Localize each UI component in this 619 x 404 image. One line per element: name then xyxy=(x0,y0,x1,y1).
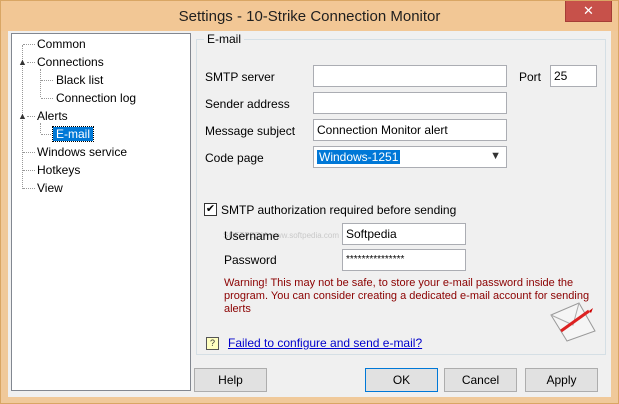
username-input[interactable]: Softpedia xyxy=(342,223,466,245)
tree-item-label: Black list xyxy=(56,73,104,87)
expander-icon[interactable]: ▲ xyxy=(18,112,27,121)
sender-address-input[interactable] xyxy=(313,92,507,114)
tree-line xyxy=(23,152,35,153)
smtp-server-input[interactable] xyxy=(313,65,507,87)
tree-item-connections[interactable]: Connections xyxy=(37,54,104,70)
password-warning: Warning! This may not be safe, to store … xyxy=(224,277,590,315)
password-label: Password xyxy=(224,253,277,267)
envelope-icon xyxy=(550,302,596,342)
help-button[interactable]: Help xyxy=(194,368,267,392)
tree-line xyxy=(23,170,35,171)
tree-line xyxy=(41,80,53,81)
tree-item-label: E-mail xyxy=(51,126,95,142)
tree-item-label: Windows service xyxy=(37,145,128,159)
tree-line xyxy=(40,123,41,133)
tree-line xyxy=(41,134,51,135)
client-area: Common ▲ Connections Black list Connecti… xyxy=(8,31,611,397)
tree-item-label: Alerts xyxy=(37,109,68,123)
apply-button[interactable]: Apply xyxy=(525,368,598,392)
settings-tree: Common ▲ Connections Black list Connecti… xyxy=(11,33,191,391)
tree-item-view[interactable]: View xyxy=(37,180,63,196)
tree-line xyxy=(23,44,35,45)
tree-item-label: Hotkeys xyxy=(37,163,81,177)
smtp-server-label: SMTP server xyxy=(205,70,275,84)
tree-item-alerts[interactable]: Alerts xyxy=(37,108,68,124)
port-label: Port xyxy=(519,70,542,84)
title-bar: Settings - 10-Strike Connection Monitor … xyxy=(1,1,618,31)
tree-line xyxy=(27,116,35,117)
sender-address-label: Sender address xyxy=(205,97,290,111)
cancel-button[interactable]: Cancel xyxy=(444,368,517,392)
tree-item-windows-service[interactable]: Windows service xyxy=(37,144,127,160)
tree-item-label: Connection log xyxy=(56,91,137,105)
tree-item-label: Common xyxy=(37,37,86,51)
tree-item-common[interactable]: Common xyxy=(37,36,86,52)
tree-line xyxy=(23,188,35,189)
tree-item-label: Connections xyxy=(37,55,104,69)
help-icon: ? xyxy=(206,337,219,350)
tree-item-email[interactable]: E-mail xyxy=(51,126,95,142)
ok-button[interactable]: OK xyxy=(365,368,438,392)
password-input[interactable]: *************** xyxy=(342,249,466,271)
port-input[interactable]: 25 xyxy=(550,65,597,87)
tree-line xyxy=(40,69,41,97)
code-page-value: Windows-1251 xyxy=(317,150,401,164)
code-page-label: Code page xyxy=(205,151,264,165)
smtp-auth-label[interactable]: SMTP authorization required before sendi… xyxy=(221,203,456,217)
username-label: Username xyxy=(224,229,280,243)
tree-line xyxy=(27,62,35,63)
email-group-title: E-mail xyxy=(204,32,245,46)
tree-item-black-list[interactable]: Black list xyxy=(56,72,103,88)
message-subject-input[interactable]: Connection Monitor alert xyxy=(313,119,507,141)
close-button[interactable]: ✕ xyxy=(565,1,612,22)
tree-item-hotkeys[interactable]: Hotkeys xyxy=(37,162,80,178)
tree-item-label: View xyxy=(37,181,63,195)
smtp-auth-checkbox[interactable]: ✔ xyxy=(204,203,217,216)
settings-window: Settings - 10-Strike Connection Monitor … xyxy=(0,0,619,404)
tree-line xyxy=(41,98,53,99)
message-subject-label: Message subject xyxy=(205,124,296,138)
expander-icon[interactable]: ▲ xyxy=(18,58,27,67)
tree-item-connection-log[interactable]: Connection log xyxy=(56,90,136,106)
code-page-select[interactable]: Windows-1251 ▼ xyxy=(313,146,507,168)
help-link[interactable]: Failed to configure and send e-mail? xyxy=(228,336,422,350)
window-title: Settings - 10-Strike Connection Monitor xyxy=(178,8,441,25)
chevron-down-icon: ▼ xyxy=(490,150,501,162)
